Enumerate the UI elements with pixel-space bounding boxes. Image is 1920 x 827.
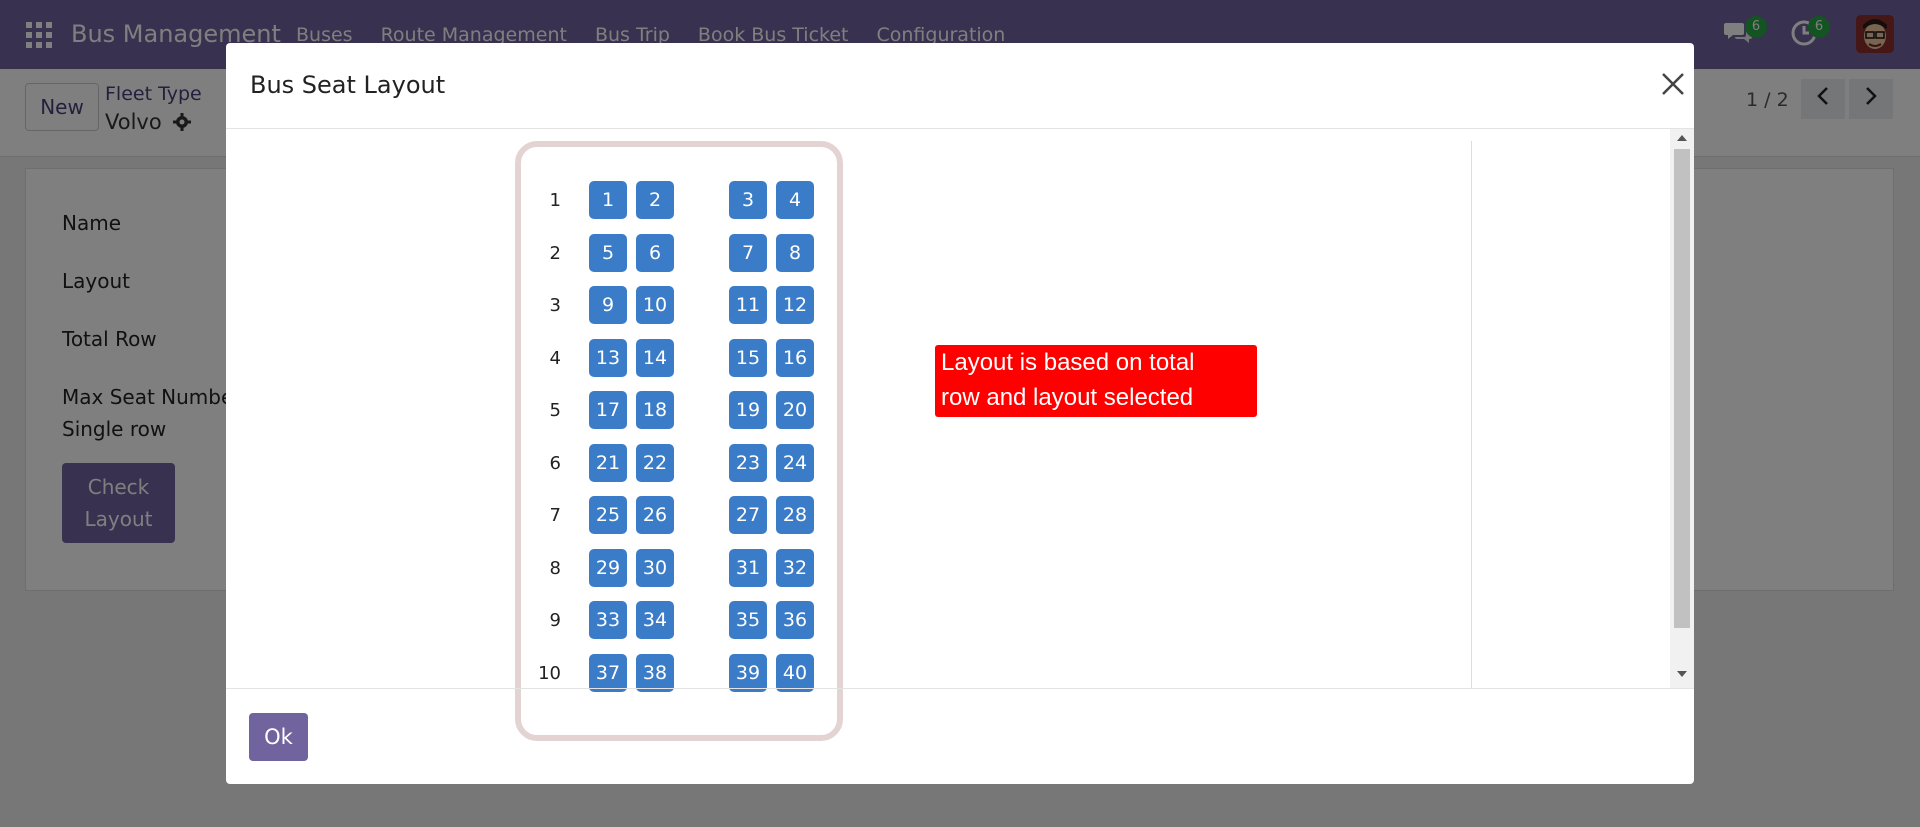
close-icon[interactable] [1658, 69, 1688, 99]
seat-button[interactable]: 10 [636, 286, 674, 324]
seat-row: 9 33 34 35 36 [521, 601, 837, 641]
seat-button[interactable]: 27 [729, 496, 767, 534]
annotation-callout: Layout is based on total row and layout … [935, 345, 1257, 417]
seat-row: 6 21 22 23 24 [521, 443, 837, 484]
seat-button[interactable]: 37 [589, 653, 627, 692]
seat-row: 7 25 26 27 28 [521, 496, 837, 536]
annotation-line1: Layout is based on total [941, 349, 1195, 376]
seat-button[interactable]: 16 [776, 338, 814, 377]
row-number: 6 [549, 452, 561, 474]
seat-button[interactable]: 15 [729, 338, 767, 377]
seat-row: 5 17 18 19 20 [521, 391, 837, 431]
row-number: 8 [549, 557, 561, 579]
seat-button[interactable]: 31 [729, 548, 767, 587]
seat-button[interactable]: 20 [776, 391, 814, 429]
modal-scrollbar[interactable] [1670, 129, 1694, 688]
seat-button[interactable]: 24 [776, 443, 814, 482]
seat-button[interactable]: 22 [636, 443, 674, 482]
row-number: 2 [549, 242, 561, 264]
seat-button[interactable]: 18 [636, 391, 674, 429]
seat-button[interactable]: 21 [589, 443, 627, 482]
vertical-divider [1471, 141, 1472, 688]
seat-button[interactable]: 5 [589, 233, 627, 272]
seat-button[interactable]: 3 [729, 181, 767, 219]
ok-button[interactable]: Ok [249, 713, 308, 761]
seat-button[interactable]: 2 [636, 181, 674, 219]
seat-button[interactable]: 33 [589, 601, 627, 639]
seat-button[interactable]: 12 [776, 286, 814, 324]
seat-button[interactable]: 39 [729, 653, 767, 692]
row-number: 3 [549, 295, 561, 316]
seat-button[interactable]: 36 [776, 601, 814, 639]
seat-button[interactable]: 9 [589, 286, 627, 324]
row-number: 1 [549, 190, 561, 211]
seat-button[interactable]: 35 [729, 601, 767, 639]
seat-button[interactable]: 11 [729, 286, 767, 324]
seat-row: 2 56 78 [521, 233, 837, 274]
modal-title: Bus Seat Layout [250, 71, 446, 99]
seat-button[interactable]: 19 [729, 391, 767, 429]
seat-button[interactable]: 8 [776, 233, 814, 272]
scrollbar-thumb[interactable] [1674, 149, 1690, 628]
seat-row: 8 29 30 31 32 [521, 548, 837, 589]
seat-button[interactable]: 6 [636, 233, 674, 272]
modal-header: Bus Seat Layout [226, 43, 1694, 129]
seat-button[interactable]: 25 [589, 496, 627, 534]
seat-button[interactable]: 32 [776, 548, 814, 587]
seat-button[interactable]: 30 [636, 548, 674, 587]
seat-button[interactable]: 28 [776, 496, 814, 534]
seat-row: 11234 [521, 181, 837, 221]
seat-button[interactable]: 34 [636, 601, 674, 639]
seat-row: 4 13 14 15 16 [521, 338, 837, 379]
seat-button[interactable]: 29 [589, 548, 627, 587]
row-number: 4 [549, 347, 561, 369]
row-number: 9 [549, 610, 561, 631]
row-number: 7 [549, 505, 561, 526]
modal-footer: Ok [226, 688, 1694, 784]
scroll-down-icon[interactable] [1677, 671, 1687, 677]
seat-button[interactable]: 1 [589, 181, 627, 219]
seat-button[interactable]: 14 [636, 338, 674, 377]
scroll-up-icon[interactable] [1677, 135, 1687, 141]
seat-row: 3 9 10 11 12 [521, 286, 837, 326]
bus-seat-map: 1 1 2 3 4 2 5 6 7 8 3 9 10 11 12 4 13 14 15 16 5 17 18 19 20 6 21 2… [515, 141, 843, 741]
row-number: 10 [538, 662, 561, 684]
seat-button[interactable]: 13 [589, 338, 627, 377]
annotation-line2: row and layout selected [941, 384, 1194, 411]
seat-button[interactable]: 26 [636, 496, 674, 534]
seat-button[interactable]: 17 [589, 391, 627, 429]
seat-button[interactable]: 40 [776, 653, 814, 692]
seat-button[interactable]: 23 [729, 443, 767, 482]
seat-button[interactable]: 4 [776, 181, 814, 219]
row-number: 5 [549, 400, 561, 421]
seat-button[interactable]: 7 [729, 233, 767, 272]
seat-button[interactable]: 38 [636, 653, 674, 692]
